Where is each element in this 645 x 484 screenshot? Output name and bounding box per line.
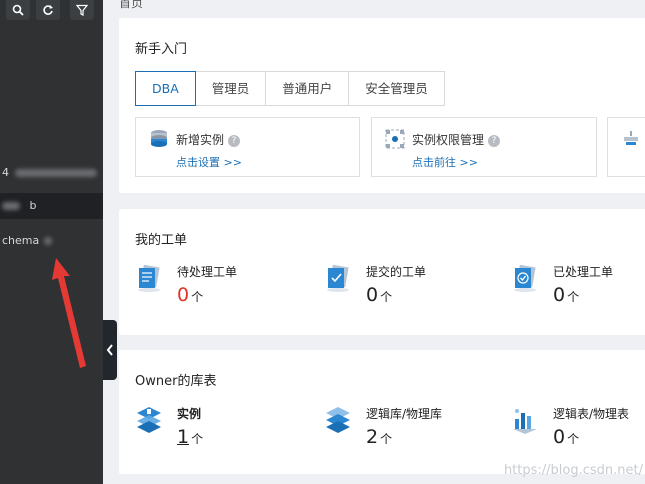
panel-title: 新手入门 (135, 42, 188, 57)
watermark: https://blog.csdn.net/ (503, 463, 643, 478)
table-chart-icon (513, 409, 537, 434)
stat-pending-tickets[interactable]: 待处理工单 0个 (135, 263, 295, 315)
stat-number: 0 (553, 284, 566, 306)
stat-tables[interactable]: 逻辑表/物理表 0个 (511, 405, 645, 457)
stat-label: 实例 (177, 407, 202, 421)
chevron-left-icon (106, 344, 113, 356)
redacted-text (2, 202, 20, 210)
refresh-button[interactable] (36, 0, 60, 20)
stat-databases[interactable]: 逻辑库/物理库 2个 (324, 405, 484, 457)
redacted-text (14, 169, 97, 177)
panel-title: 我的工单 (135, 233, 188, 248)
stat-unit: 个 (191, 290, 204, 304)
breadcrumb: 首页 (119, 0, 144, 10)
permission-grid-icon (385, 129, 405, 149)
collapse-sidebar-button[interactable] (103, 320, 117, 380)
stat-number[interactable]: 1 (177, 426, 189, 448)
redacted-text (43, 237, 52, 245)
search-button[interactable] (6, 0, 30, 20)
sidebar-toolbar (0, 0, 103, 22)
stat-number: 0 (366, 284, 379, 306)
stat-label: 已处理工单 (553, 265, 614, 279)
quick-card-instance-permission[interactable]: 实例权限管理? 点击前往 >> (371, 117, 597, 177)
sidebar-item[interactable]: 4 (0, 160, 103, 186)
help-icon[interactable]: ? (228, 135, 241, 147)
stat-unit: 个 (567, 432, 580, 446)
quick-card-link[interactable]: 点击设置 >> (176, 154, 242, 170)
stat-label: 逻辑表/物理表 (553, 407, 630, 421)
stat-label: 提交的工单 (366, 265, 427, 279)
quick-card-add-instance[interactable]: 新增实例? 点击设置 >> (135, 117, 360, 177)
stat-value: 0个 (177, 284, 203, 306)
tab-security-admin[interactable]: 安全管理员 (349, 71, 445, 106)
filter-icon (76, 4, 88, 16)
quick-card-title: 新增实例? (176, 131, 241, 148)
stat-value: 0个 (553, 426, 579, 448)
stat-value: 0个 (553, 284, 579, 306)
stat-value: 0个 (366, 284, 392, 306)
stat-label: 待处理工单 (177, 265, 238, 279)
submitted-ticket-icon (327, 264, 349, 292)
stat-instances[interactable]: 实例 1个 (135, 405, 295, 457)
stat-label: 逻辑库/物理库 (366, 407, 443, 421)
stat-number: 2 (366, 426, 379, 448)
quick-card-link[interactable]: 点击前往 >> (412, 154, 478, 170)
quick-card-title: 实例权限管理? (412, 131, 501, 148)
sidebar: 4 b chema (0, 0, 103, 484)
search-icon (12, 4, 24, 16)
quick-card-partial[interactable] (607, 117, 645, 177)
sidebar-item-label: 4 (2, 166, 9, 179)
database-layers-icon (326, 407, 350, 433)
sidebar-item[interactable]: chema (0, 228, 103, 254)
stat-processed-tickets[interactable]: 已处理工单 0个 (511, 263, 645, 315)
annotation-arrow-icon (52, 258, 86, 368)
my-tickets-panel: 我的工单 待处理工单 0个 提交的工单 0个 已处理工单 0 个 (119, 209, 645, 335)
stat-unit: 个 (380, 290, 393, 304)
stat-unit: 个 (191, 432, 204, 446)
help-icon[interactable]: ? (488, 135, 501, 147)
tab-admin[interactable]: 管理员 (195, 71, 267, 106)
role-tabs: DBA 管理员 普通用户 安全管理员 (135, 71, 445, 106)
owner-tables-panel: Owner的库表 实例 1个 逻辑库/物理库 2个 逻辑表/物理表 0 个 (119, 350, 645, 474)
quick-card-title-text: 新增实例 (176, 133, 225, 147)
panel-title: Owner的库表 (135, 374, 217, 389)
stat-unit: 个 (567, 290, 580, 304)
stat-number: 0 (553, 426, 566, 448)
sidebar-item-active[interactable]: b (0, 193, 103, 219)
settings-icon (624, 131, 638, 145)
database-stack-icon (151, 130, 167, 147)
stat-value: 2个 (366, 426, 392, 448)
main-content: 首页 新手入门 DBA 管理员 普通用户 安全管理员 新增实例? 点击设置 >> (117, 0, 645, 484)
sidebar-item-label: b (29, 199, 37, 212)
pending-ticket-icon (138, 264, 160, 292)
stat-value: 1个 (177, 426, 203, 448)
tab-normal-user[interactable]: 普通用户 (266, 71, 350, 106)
stat-number: 0 (177, 284, 190, 306)
tab-dba[interactable]: DBA (135, 71, 196, 106)
stat-unit: 个 (380, 432, 393, 446)
sidebar-item-label: chema (2, 234, 40, 247)
instance-stack-icon (137, 407, 161, 433)
stat-submitted-tickets[interactable]: 提交的工单 0个 (324, 263, 484, 315)
refresh-icon (43, 5, 53, 15)
filter-button[interactable] (70, 0, 94, 20)
processed-ticket-icon (514, 264, 536, 292)
quick-card-title-text: 实例权限管理 (412, 133, 485, 147)
getting-started-panel: 新手入门 DBA 管理员 普通用户 安全管理员 新增实例? 点击设置 >> 实例… (119, 18, 645, 193)
